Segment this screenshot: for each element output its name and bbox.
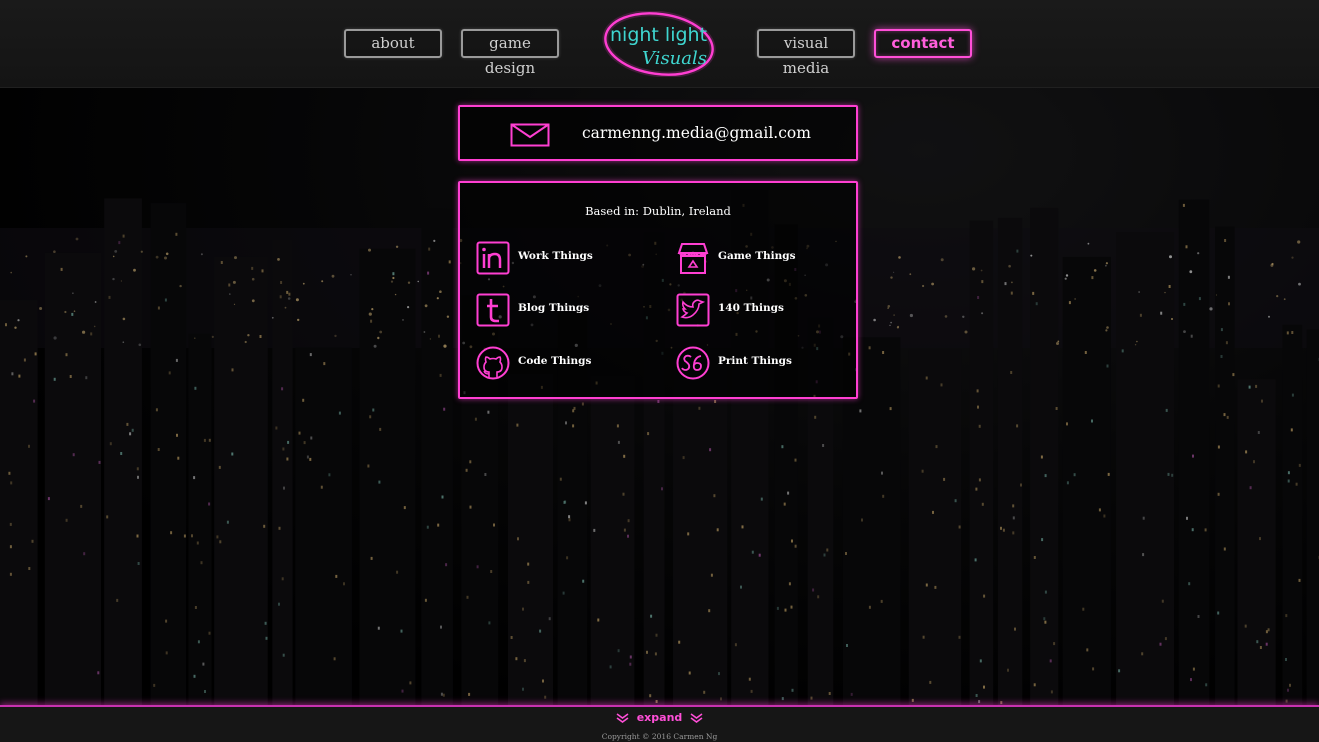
link-label: 140 Things [718,302,784,314]
copyright-text: Copyright © 2016 Carmen Ng [601,732,718,741]
site-header: about game design night light Visuals vi… [0,0,1319,88]
expand-toggle[interactable]: expand [0,711,1319,724]
linkedin-icon [476,241,510,275]
society6-icon [676,346,710,380]
link-work-things[interactable]: Work Things [476,241,636,275]
link-label: Blog Things [518,302,590,314]
site-footer: expand Copyright © 2016 Carmen Ng [0,705,1319,742]
nav-game-design[interactable]: game design [461,29,559,77]
shop-icon [677,243,709,274]
contact-links-panel: Based in: Dublin, Ireland Work Things Ga… [458,181,858,399]
nav-about[interactable]: about [344,29,442,58]
email-link[interactable]: carmenng.media@gmail.com [582,124,811,142]
chevron-down-icon [616,713,629,723]
link-code-things[interactable]: Code Things [476,346,636,380]
tumblr-icon [476,293,510,327]
link-blog-things[interactable]: Blog Things [476,293,636,327]
chevron-down-icon [690,713,703,723]
link-label: Work Things [518,250,593,262]
nav-visual-media[interactable]: visual media [757,29,855,77]
nav-contact[interactable]: contact [874,29,972,58]
envelope-icon [510,123,550,147]
svg-text:Visuals: Visuals [642,48,707,69]
night-light-visuals-logo[interactable]: night light Visuals [602,11,716,77]
github-icon [476,346,510,380]
link-game-things[interactable]: Game Things [676,241,836,275]
expand-label: expand [636,711,683,724]
twitter-icon [676,293,710,327]
link-label: Print Things [718,355,792,367]
link-label: Game Things [718,250,796,262]
svg-text:night light: night light [610,24,707,46]
link-print-things[interactable]: Print Things [676,346,836,380]
link-label: Code Things [518,355,592,367]
location-text: Based in: Dublin, Ireland [585,204,731,218]
email-panel: carmenng.media@gmail.com [458,105,858,161]
link-140-things[interactable]: 140 Things [676,293,836,327]
